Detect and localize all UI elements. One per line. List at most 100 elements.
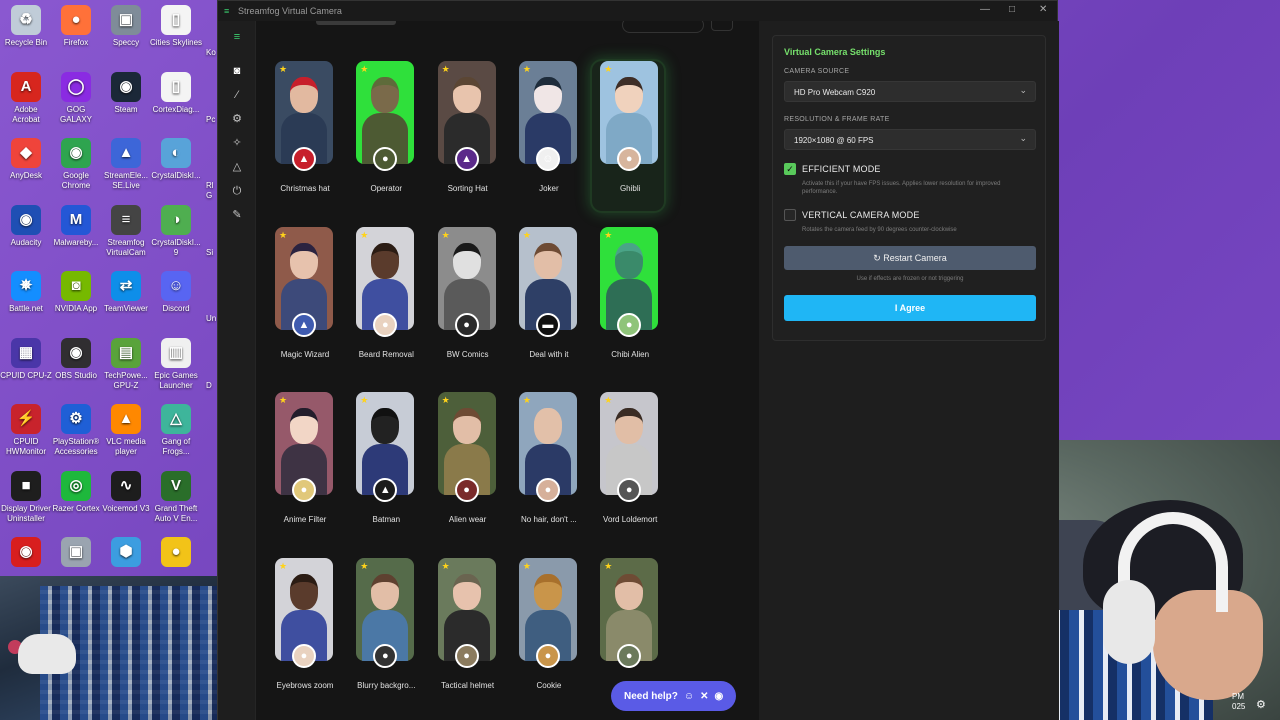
favorite-star-icon[interactable]: ★ xyxy=(604,562,612,571)
favorite-star-icon[interactable]: ★ xyxy=(279,65,287,74)
search-field[interactable] xyxy=(622,21,704,33)
filter-card[interactable]: ★ ● Alien wear xyxy=(430,392,502,542)
favorite-star-icon[interactable]: ★ xyxy=(442,562,450,571)
desktop-icon[interactable]: ☺ Discord xyxy=(150,271,202,314)
desktop-icon[interactable]: ◉ OBS Studio xyxy=(50,337,102,381)
filter-card[interactable]: ★ ▲ Christmas hat xyxy=(267,61,339,211)
desktop-icon[interactable]: ✵ Battle.net xyxy=(0,271,52,314)
favorite-star-icon[interactable]: ★ xyxy=(523,65,531,74)
minimize-button[interactable]: — xyxy=(980,4,990,15)
magic-wand-icon[interactable]: ⁄ xyxy=(230,88,244,102)
taskbar-clock[interactable]: PM 025 xyxy=(1232,692,1245,712)
desktop-icon[interactable]: ▦ CPUID CPU-Z xyxy=(0,337,52,381)
camera-icon[interactable]: ◙ xyxy=(230,64,244,78)
x-icon[interactable]: ✕ xyxy=(700,691,708,702)
filter-card[interactable]: ★ ☺ Joker xyxy=(511,61,583,211)
desktop-icon[interactable]: ⬢ xyxy=(100,537,152,570)
desktop-icon[interactable]: ▣ xyxy=(50,537,102,570)
desktop-icon[interactable]: ∿ Voicemod V3 xyxy=(100,470,152,514)
desktop-icon[interactable]: ◉ Steam xyxy=(100,71,152,115)
desktop-icon[interactable]: ▯ CortexDiag... xyxy=(150,71,202,115)
favorite-star-icon[interactable]: ★ xyxy=(442,65,450,74)
vertical-mode-checkbox[interactable] xyxy=(784,209,796,221)
favorite-star-icon[interactable]: ★ xyxy=(279,562,287,571)
reddit-icon[interactable]: ◉ xyxy=(715,691,724,702)
desktop-icon[interactable]: ● xyxy=(150,537,202,570)
desktop-icon[interactable]: ◯ GOG GALAXY xyxy=(50,71,102,125)
desktop-icon[interactable]: ◙ NVIDIA App xyxy=(50,271,102,314)
favorite-star-icon[interactable]: ★ xyxy=(523,230,531,240)
desktop-icon[interactable]: ▣ Speccy xyxy=(100,5,152,48)
desktop-icon[interactable]: ▤ TechPowe... GPU-Z xyxy=(100,337,152,391)
desktop-icon[interactable]: ◎ Razer Cortex xyxy=(50,470,102,514)
desktop-icon[interactable]: ▯ Cities Skylines xyxy=(150,5,202,48)
desktop-icon[interactable]: V Grand Theft Auto V En... xyxy=(150,470,202,524)
restart-camera-button[interactable]: ↻ Restart Camera xyxy=(784,246,1036,270)
filter-card[interactable]: ★ ▲ Magic Wizard xyxy=(267,226,339,377)
menu-icon[interactable]: ≡ xyxy=(230,30,244,44)
warning-icon[interactable]: △ xyxy=(230,160,244,174)
desktop-icon[interactable]: ◉ Google Chrome xyxy=(50,138,102,191)
filter-card[interactable]: ★ ● Beard Removal xyxy=(348,226,420,377)
favorite-star-icon[interactable]: ★ xyxy=(604,65,612,74)
favorite-star-icon[interactable]: ★ xyxy=(279,396,287,405)
desktop-icon[interactable]: ▲ StreamEle... SE.Live xyxy=(100,138,152,191)
filter-card[interactable]: ★ ▲ Batman xyxy=(348,392,420,542)
favorite-star-icon[interactable]: ★ xyxy=(360,65,368,74)
desktop-icon[interactable]: ■ Display Driver Uninstaller xyxy=(0,470,52,524)
desktop-icon[interactable]: A Adobe Acrobat xyxy=(0,71,52,125)
filter-card[interactable]: ★ ● Anime Filter xyxy=(267,392,339,542)
desktop-icon[interactable]: ⇄ TeamViewer xyxy=(100,271,152,314)
i-agree-button[interactable]: I Agree xyxy=(784,295,1036,321)
camera-source-select[interactable]: HD Pro Webcam C920 ⌄ xyxy=(784,81,1036,102)
notification-icon[interactable]: ⚙ xyxy=(1256,698,1266,711)
view-toggle-button[interactable] xyxy=(711,21,733,31)
resolution-select[interactable]: 1920×1080 @ 60 FPS ⌄ xyxy=(784,129,1036,150)
desktop-icon[interactable]: △ Gang of Frogs... xyxy=(150,404,202,457)
favorite-star-icon[interactable]: ★ xyxy=(523,396,531,405)
need-help-button[interactable]: Need help? ☺ ✕ ◉ xyxy=(611,681,736,711)
desktop-icon[interactable]: ◉ Audacity xyxy=(0,204,52,248)
filter-card[interactable]: ★ ● No hair, don't ... xyxy=(511,392,583,542)
favorite-star-icon[interactable]: ★ xyxy=(360,396,368,405)
favorite-star-icon[interactable]: ★ xyxy=(442,396,450,405)
desktop-icon[interactable]: ◉ xyxy=(0,537,52,570)
favorite-star-icon[interactable]: ★ xyxy=(360,562,368,571)
maximize-button[interactable]: □ xyxy=(1009,4,1015,15)
desktop-icon[interactable]: ▲ VLC media player xyxy=(100,404,152,457)
filter-card[interactable]: ★ ▲ Sorting Hat xyxy=(430,61,502,211)
filter-card[interactable]: ★ ● Operator xyxy=(348,61,420,211)
filter-card[interactable]: ★ ● BW Comics xyxy=(430,226,502,377)
favorite-star-icon[interactable]: ★ xyxy=(523,562,531,571)
filter-card[interactable]: ★ ● Cookie xyxy=(511,558,583,708)
tools-icon[interactable]: ✎ xyxy=(230,208,244,222)
favorite-star-icon[interactable]: ★ xyxy=(604,396,612,405)
desktop-icon[interactable]: ♻ Recycle Bin xyxy=(0,5,52,48)
desktop-icon[interactable]: ◑ CrystalDiskI... 9 xyxy=(150,204,202,258)
efficient-mode-checkbox[interactable]: ✓ xyxy=(784,163,796,175)
desktop-icon[interactable]: ◐ CrystalDiskI... xyxy=(150,138,202,181)
favorite-star-icon[interactable]: ★ xyxy=(360,230,368,240)
filter-card[interactable]: ★ ● Blurry backgro... xyxy=(348,558,420,708)
desktop-icon[interactable]: ⚙ PlayStation® Accessories xyxy=(50,404,102,457)
filter-card[interactable]: ★ ● Eyebrows zoom xyxy=(267,558,339,708)
filter-card[interactable]: ★ ● Tactical helmet xyxy=(430,558,502,708)
desktop-icon[interactable]: ≡ Streamfog VirtualCam xyxy=(100,204,152,258)
desktop-icon[interactable]: M Malwareby... xyxy=(50,204,102,248)
favorite-star-icon[interactable]: ★ xyxy=(604,230,612,240)
filter-card[interactable]: ★ ● Ghibli xyxy=(592,61,665,211)
desktop-icon[interactable]: ⚡ CPUID HWMonitor xyxy=(0,404,52,457)
settings-icon[interactable]: ⚙ xyxy=(230,112,244,126)
favorite-star-icon[interactable]: ★ xyxy=(442,230,450,240)
plug-icon[interactable]: ⏻ xyxy=(230,184,244,198)
discord-icon[interactable]: ☺ xyxy=(684,691,694,702)
desktop-icon[interactable]: ● Firefox xyxy=(50,5,102,48)
filter-card[interactable]: ★ ▬ Deal with it xyxy=(511,226,583,377)
sparkle-icon[interactable]: ✧ xyxy=(230,136,244,150)
favorite-star-icon[interactable]: ★ xyxy=(279,230,287,240)
filter-card[interactable]: ★ ● Vord Loldemort xyxy=(592,392,664,542)
filter-card[interactable]: ★ ● Chibi Alien xyxy=(592,226,664,377)
desktop-icon[interactable]: ▥ Epic Games Launcher xyxy=(150,337,202,391)
desktop-icon[interactable]: ◆ AnyDesk xyxy=(0,138,52,181)
close-button[interactable]: ✕ xyxy=(1039,4,1047,15)
